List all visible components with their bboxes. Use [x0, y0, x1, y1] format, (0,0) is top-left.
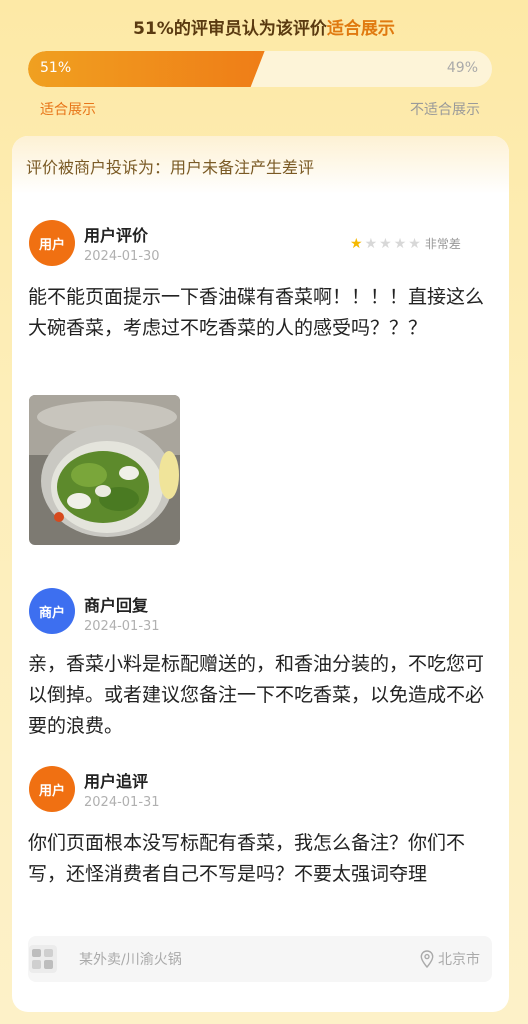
agree-label: 适合展示 — [40, 102, 96, 118]
food-photo-image — [29, 395, 180, 545]
location-pin-icon — [420, 950, 434, 968]
star-icon: ★ — [350, 235, 363, 252]
review-date: 2024-01-30 — [84, 249, 160, 264]
merchant-avatar: 商户 — [29, 588, 75, 634]
vote-title-text: 的评审员认为该评价 — [173, 19, 327, 39]
followup-text: 你们页面根本没写标配有香菜，我怎么备注？你们不写，还怪消费者自己不写是吗？不要太… — [28, 832, 466, 885]
review-card: 评价被商户投诉为：用户未备注产生差评 用户 用户评价 2024-01-30 ★ … — [12, 136, 509, 1012]
store-icon — [29, 945, 57, 973]
rating-label: 非常差 — [424, 237, 461, 251]
star-icon: ★ — [393, 235, 407, 252]
complaint-banner: 评价被商户投诉为：用户未备注产生差评 — [12, 136, 509, 194]
followup-title: 用户追评 — [84, 772, 149, 791]
rating-stars: ★ ★ ★ ★ ★ 非常差 — [350, 235, 461, 252]
followup-avatar: 用户 — [29, 766, 75, 812]
disagree-percent: 49% — [446, 60, 478, 76]
store-name: 某外卖/川渝火锅 — [79, 952, 182, 968]
user-avatar: 用户 — [29, 220, 75, 266]
agree-percent: 51% — [40, 60, 72, 76]
vote-title: 51%的评审员认为该评价适合展示 — [0, 14, 528, 39]
location-text: 北京市 — [438, 952, 480, 968]
vote-title-highlight: 适合展示 — [326, 19, 395, 39]
vote-percent: 51% — [133, 19, 174, 39]
review-text: 能不能页面提示一下香油碟有香菜啊！！！！直接这么大碗香菜，考虑过不吃香菜的人的感… — [28, 286, 485, 339]
vote-progress-bar: 51% 49% — [28, 51, 492, 87]
reply-title: 商户回复 — [84, 596, 149, 615]
followup-date: 2024-01-31 — [84, 795, 160, 810]
location: 北京市 — [420, 949, 480, 969]
reply-date: 2024-01-31 — [84, 619, 160, 634]
disagree-label: 不适合展示 — [410, 102, 480, 118]
store-info-bar[interactable]: 某外卖/川渝火锅 北京市 — [28, 936, 492, 982]
review-title: 用户评价 — [84, 226, 149, 245]
review-photo[interactable] — [29, 395, 180, 545]
star-icon: ★ — [408, 235, 421, 252]
star-icon: ★ — [364, 235, 378, 252]
star-icon: ★ — [379, 235, 392, 252]
reply-text: 亲，香菜小料是标配赠送的，和香油分装的，不吃您可以倒掉。或者建议您备注一下不吃香… — [28, 653, 485, 737]
